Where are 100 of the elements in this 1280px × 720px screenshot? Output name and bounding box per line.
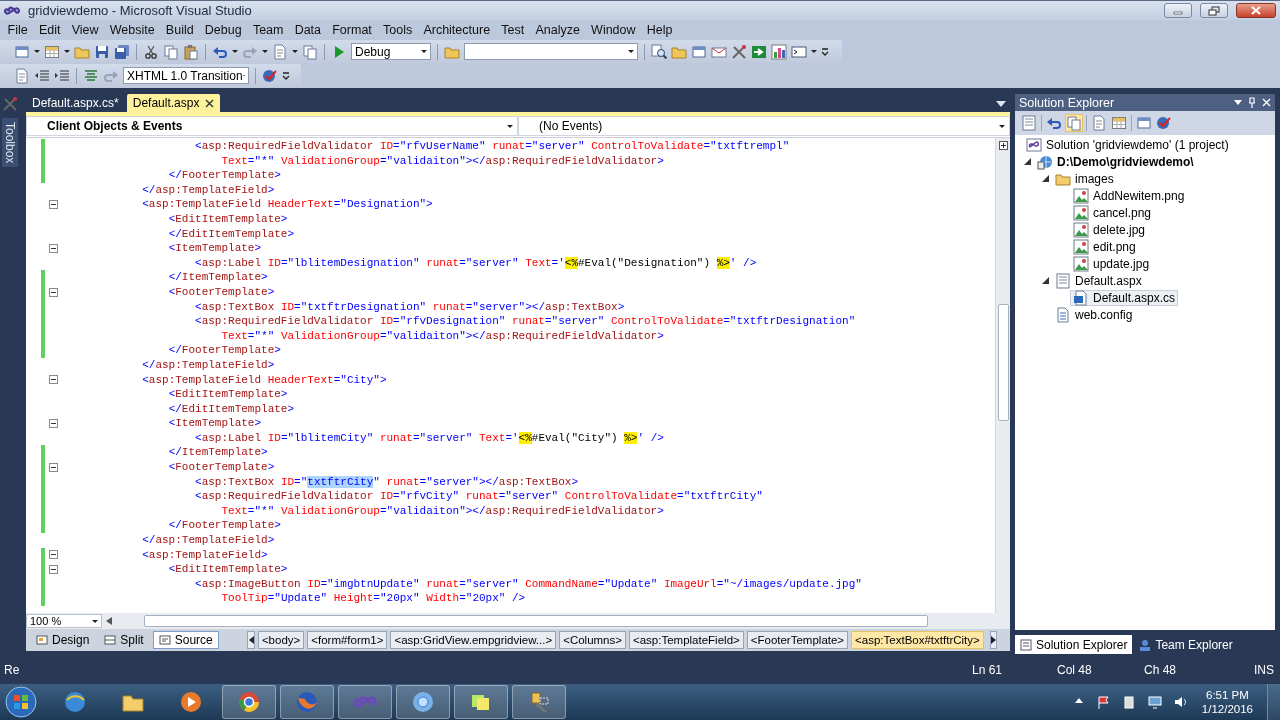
collapse-icon[interactable] [48,419,58,429]
add-item-icon[interactable] [44,43,60,60]
view-tab[interactable]: Split [98,631,150,649]
menu-item[interactable]: Debug [199,23,248,37]
view-tab[interactable]: Source [152,631,219,649]
menu-item[interactable]: Format [326,23,378,37]
menu-item[interactable]: Analyze [529,23,586,37]
breadcrumb[interactable]: <FooterTemplate> [746,631,849,649]
collapse-icon[interactable] [48,462,58,472]
tree-item[interactable]: delete.jpg [1070,221,1149,238]
pin-icon[interactable] [1248,97,1256,108]
overflow-icon[interactable] [821,47,829,56]
collapse-icon[interactable] [48,565,58,574]
designer-icon[interactable] [1111,115,1127,131]
cut-icon[interactable] [143,43,159,60]
breadcrumb[interactable]: <form#form1> [307,631,388,649]
breadcrumb[interactable]: <asp:GridView.empgridview...> [390,631,557,649]
find-icon[interactable] [651,43,667,60]
minimize-button[interactable] [1164,3,1192,18]
caret-icon[interactable] [34,50,40,53]
tree-item[interactable]: images [1052,170,1117,187]
menu-item[interactable]: Team [247,23,290,37]
menu-item[interactable]: Help [641,23,679,37]
document-tab[interactable]: Default.aspx.cs* [26,94,125,112]
expand-arrow-icon[interactable] [1041,277,1049,284]
chart-icon[interactable] [771,43,787,60]
flag-icon[interactable] [1095,695,1110,709]
collapse-icon[interactable] [48,200,58,210]
menu-item[interactable]: Window [585,23,642,37]
caret-icon[interactable] [292,50,298,53]
events-dropdown[interactable]: (No Events) [518,116,1010,136]
scroll-left-button[interactable] [247,631,255,649]
config-icon[interactable] [1156,115,1172,131]
show-desktop-button[interactable] [1267,684,1280,720]
breadcrumb[interactable]: <asp:TemplateField> [629,631,744,649]
tree-item[interactable]: AddNewitem.png [1070,187,1188,204]
collapse-icon[interactable] [48,243,58,253]
view-code-icon[interactable] [1091,115,1107,131]
menu-item[interactable]: Build [160,23,200,37]
view-tab[interactable]: Design [30,631,96,649]
menu-item[interactable]: Test [495,23,530,37]
scroll-left-icon[interactable] [106,617,112,625]
collapse-icon[interactable] [48,375,58,385]
toolbox-tab[interactable]: Toolbox [2,118,18,168]
tools-icon[interactable] [731,43,747,60]
window-icon[interactable] [691,43,707,60]
save-icon[interactable] [94,43,110,60]
tree-item[interactable]: Default.aspx [1052,272,1145,289]
menu-item[interactable]: View [66,23,105,37]
menu-item[interactable]: Data [289,23,327,37]
caret-icon[interactable] [262,50,268,53]
indent-icon[interactable] [54,67,70,84]
play-icon[interactable] [179,690,203,714]
menu-item[interactable]: Edit [33,23,67,37]
zoom-dropdown[interactable]: 100 % [26,614,102,628]
tree-item[interactable]: Solution 'gridviewdemo' (1 project) [1023,136,1232,153]
expand-arrow-icon[interactable] [1041,175,1049,182]
schema-dropdown[interactable]: XHTML 1.0 Transition [123,67,249,84]
caret-icon[interactable] [811,50,817,53]
tree-item[interactable]: edit.png [1070,238,1139,255]
paste-icon[interactable] [183,43,199,60]
monitor-icon[interactable] [1147,695,1162,709]
clock[interactable]: 6:51 PM 1/12/2016 [1201,688,1253,716]
tree-item[interactable]: Default.aspx.cs [1070,289,1179,306]
close-button[interactable] [1236,3,1276,18]
disc-icon[interactable] [411,690,435,714]
close-icon[interactable] [205,98,215,108]
document-icon[interactable] [14,67,30,84]
browser-icon[interactable] [237,690,261,714]
menu-item[interactable]: Architecture [417,23,496,37]
restore-button[interactable] [1200,3,1228,18]
align-icon[interactable] [83,67,99,84]
menu-item[interactable]: Tools [377,23,418,37]
speaker-icon[interactable] [1173,695,1188,709]
refresh-icon[interactable] [1046,115,1062,131]
collapse-icon[interactable] [48,287,58,297]
panel-tab[interactable]: Team Explorer [1134,635,1238,654]
validation-icon[interactable] [262,67,278,84]
overflow-icon[interactable] [282,71,290,80]
panel-tab[interactable]: Solution Explorer [1015,635,1133,654]
split-icon[interactable] [998,141,1008,150]
breadcrumb[interactable]: <body> [257,631,305,649]
collapse-icon[interactable] [48,550,58,560]
menu-item[interactable]: File [2,23,34,37]
scroll-thumb[interactable] [144,615,928,627]
start-button[interactable] [4,685,38,719]
tree-item[interactable]: D:\Demo\gridviewdemo\ [1034,153,1197,170]
find-field[interactable] [464,43,638,60]
menu-item[interactable]: Website [104,23,161,37]
document-tab[interactable]: Default.aspx [126,94,221,112]
objects-dropdown[interactable]: Client Objects & Events [26,116,518,136]
breadcrumb[interactable]: <Columns> [559,631,626,649]
device-icon[interactable] [1121,695,1136,709]
scroll-thumb[interactable] [997,304,1009,421]
configuration-dropdown[interactable]: Debug [351,43,431,60]
scroll-right-button[interactable] [989,631,998,649]
tree-item[interactable]: web.config [1052,306,1136,323]
class-view-icon[interactable] [1136,115,1152,131]
globe-icon[interactable] [63,690,87,714]
tree-item[interactable]: cancel.png [1070,204,1155,221]
